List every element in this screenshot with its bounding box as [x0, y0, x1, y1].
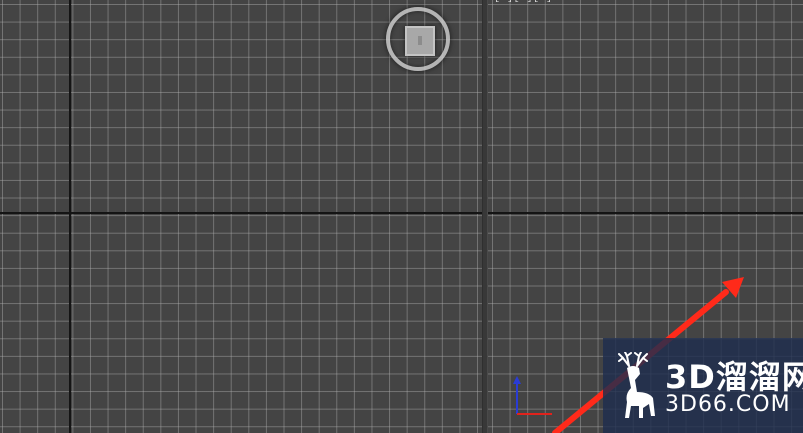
gizmo-y-arrowhead [513, 376, 521, 384]
watermark: 3D溜溜网 3D66.COM [603, 338, 803, 433]
axis-tripod-icon [513, 376, 552, 415]
deer-icon [618, 352, 655, 418]
watermark-url: 3D66.COM [665, 392, 791, 417]
viewport-area: [+][ ][ ] 3D溜溜网 3D66.COM [0, 0, 803, 433]
